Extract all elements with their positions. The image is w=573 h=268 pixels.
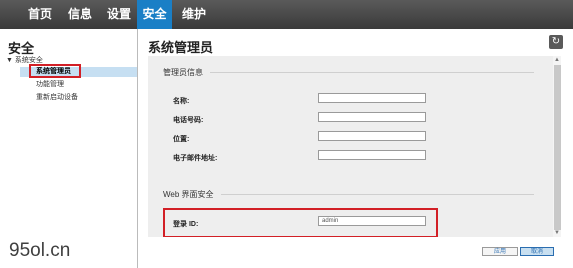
sidebar-item-label: 功能管理: [36, 81, 64, 88]
sidebar-item-function-management[interactable]: 功能管理: [20, 80, 137, 90]
section-title-admin-info: 管理员信息: [163, 68, 203, 77]
apply-button[interactable]: 应用: [482, 247, 518, 256]
login-id-field[interactable]: [318, 216, 426, 226]
location-field[interactable]: [318, 131, 426, 141]
scrollbar-thumb[interactable]: [554, 65, 561, 230]
refresh-icon[interactable]: ↻: [549, 35, 563, 49]
scroll-down-arrow-icon[interactable]: ▼: [553, 229, 561, 237]
page-title: 系统管理员: [148, 40, 214, 55]
section-divider: [221, 194, 534, 195]
section-title-web-security: Web 界面安全: [163, 190, 214, 199]
tab-settings[interactable]: 设置: [101, 0, 137, 29]
login-id-label: 登录 ID:: [173, 221, 199, 228]
email-field[interactable]: [318, 150, 426, 160]
scroll-up-arrow-icon[interactable]: ▲: [553, 56, 561, 64]
email-label: 电子邮件地址:: [173, 155, 218, 162]
watermark-text: 95ol.cn: [9, 240, 71, 261]
name-label: 名称:: [173, 98, 190, 105]
section-divider: [210, 72, 534, 73]
tree-group-system-security[interactable]: ▼ 系统安全: [6, 55, 43, 65]
tab-security[interactable]: 安全: [137, 0, 172, 29]
phone-field[interactable]: [318, 112, 426, 122]
tab-info[interactable]: 信息: [62, 0, 98, 29]
tab-home[interactable]: 首页: [22, 0, 58, 29]
sidebar-item-label: 系统管理员: [36, 68, 71, 75]
content-area: [148, 56, 555, 237]
name-field[interactable]: [318, 93, 426, 103]
tab-maintenance[interactable]: 维护: [176, 0, 212, 29]
sidebar-item-restart-device[interactable]: 重新启动设备: [20, 93, 137, 103]
phone-label: 电话号码:: [173, 117, 204, 124]
sidebar-item-system-admin[interactable]: 系统管理员: [20, 67, 137, 77]
sidebar-item-label: 重新启动设备: [36, 94, 78, 101]
cancel-button[interactable]: 取消: [520, 247, 554, 256]
location-label: 位置:: [173, 136, 190, 143]
